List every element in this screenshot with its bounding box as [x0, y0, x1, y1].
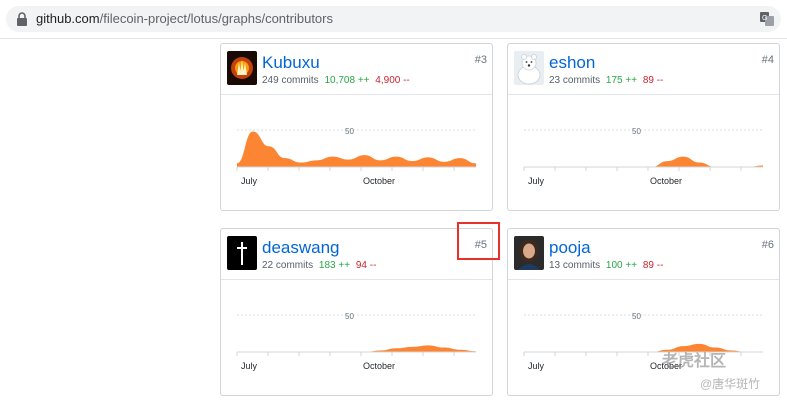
additions-count: 175 ++ [605, 75, 638, 86]
url-host: github.com [36, 11, 100, 26]
commit-area-chart: 50 July October [236, 312, 476, 371]
flaming-hand-avatar[interactable] [227, 51, 257, 85]
portrait-avatar[interactable] [514, 236, 544, 270]
contributor-login[interactable]: pooja [549, 238, 591, 258]
y-tick-label: 50 [345, 127, 354, 136]
contributor-stats: 13 commits 100 ++ 89 -- [549, 260, 663, 271]
deletions-count: 89 -- [642, 260, 664, 271]
rank-highlight-box [457, 222, 500, 260]
additions-count: 100 ++ [605, 260, 638, 271]
x-tick-label: July [528, 361, 545, 371]
commit-area-series [524, 156, 763, 167]
contributor-card: deaswang 22 commits 183 ++ 94 -- #5 50 Ju… [220, 228, 493, 396]
watermark-text: 老虎社区 [662, 353, 727, 370]
contributor-stats: 22 commits 183 ++ 94 -- [262, 260, 376, 271]
contributor-card: eshon 23 commits 175 ++ 89 -- #4 50 July O… [507, 43, 780, 211]
cross-avatar[interactable] [227, 236, 257, 270]
x-tick-label: October [363, 361, 395, 371]
commit-area-series [237, 345, 476, 352]
y-tick-label: 50 [345, 312, 354, 321]
contributor-stats: 249 commits 10,708 ++ 4,900 -- [262, 75, 410, 86]
y-tick-label: 50 [632, 312, 641, 321]
commit-count[interactable]: 13 commits [549, 260, 600, 271]
svg-text:G: G [762, 15, 767, 22]
commit-area-series [524, 343, 763, 352]
commit-area-chart: 50 July October [236, 127, 476, 186]
card-header: Kubuxu 249 commits 10,708 ++ 4,900 -- #3 [221, 44, 492, 95]
x-tick-label: July [241, 361, 258, 371]
lock-icon[interactable] [16, 12, 28, 26]
translate-icon[interactable]: G [759, 11, 775, 27]
rank-label: #6 [761, 239, 774, 251]
commit-area-series [237, 131, 476, 167]
url-text: github.com/filecoin-project/lotus/graphs… [36, 11, 333, 26]
additions-count: 183 ++ [318, 260, 351, 271]
contributor-login[interactable]: eshon [549, 53, 595, 73]
x-tick-label: October [650, 176, 682, 186]
contributor-login[interactable]: Kubuxu [262, 53, 320, 73]
browser-address-bar: github.com/filecoin-project/lotus/graphs… [0, 0, 787, 39]
deletions-count: 4,900 -- [375, 75, 410, 86]
card-header: pooja 13 commits 100 ++ 89 -- #6 [508, 229, 779, 280]
url-field[interactable]: github.com/filecoin-project/lotus/graphs… [6, 6, 781, 32]
card-header: eshon 23 commits 175 ++ 89 -- #4 [508, 44, 779, 95]
url-path: /filecoin-project/lotus/graphs/contribut… [99, 11, 333, 26]
contributor-card: pooja 13 commits 100 ++ 89 -- #6 50 July O… [507, 228, 780, 396]
commit-count[interactable]: 249 commits [262, 75, 319, 86]
card-header: deaswang 22 commits 183 ++ 94 -- #5 [221, 229, 492, 280]
contributor-stats: 23 commits 175 ++ 89 -- [549, 75, 663, 86]
x-tick-label: July [241, 176, 258, 186]
x-tick-label: July [528, 176, 545, 186]
deletions-count: 89 -- [642, 75, 664, 86]
polar-bear-avatar[interactable] [514, 51, 544, 85]
contributor-card: Kubuxu 249 commits 10,708 ++ 4,900 -- #3… [220, 43, 493, 211]
rank-label: #4 [761, 54, 774, 66]
x-tick-label: October [363, 176, 395, 186]
watermark-handle: @唐华斑竹 [700, 377, 761, 391]
contributor-login[interactable]: deaswang [262, 238, 340, 258]
commit-count[interactable]: 22 commits [262, 260, 313, 271]
rank-label: #3 [474, 54, 487, 66]
commit-count[interactable]: 23 commits [549, 75, 600, 86]
y-tick-label: 50 [632, 127, 641, 136]
commit-area-chart: 50 July October [523, 127, 763, 186]
deletions-count: 94 -- [355, 260, 377, 271]
additions-count: 10,708 ++ [324, 75, 370, 86]
